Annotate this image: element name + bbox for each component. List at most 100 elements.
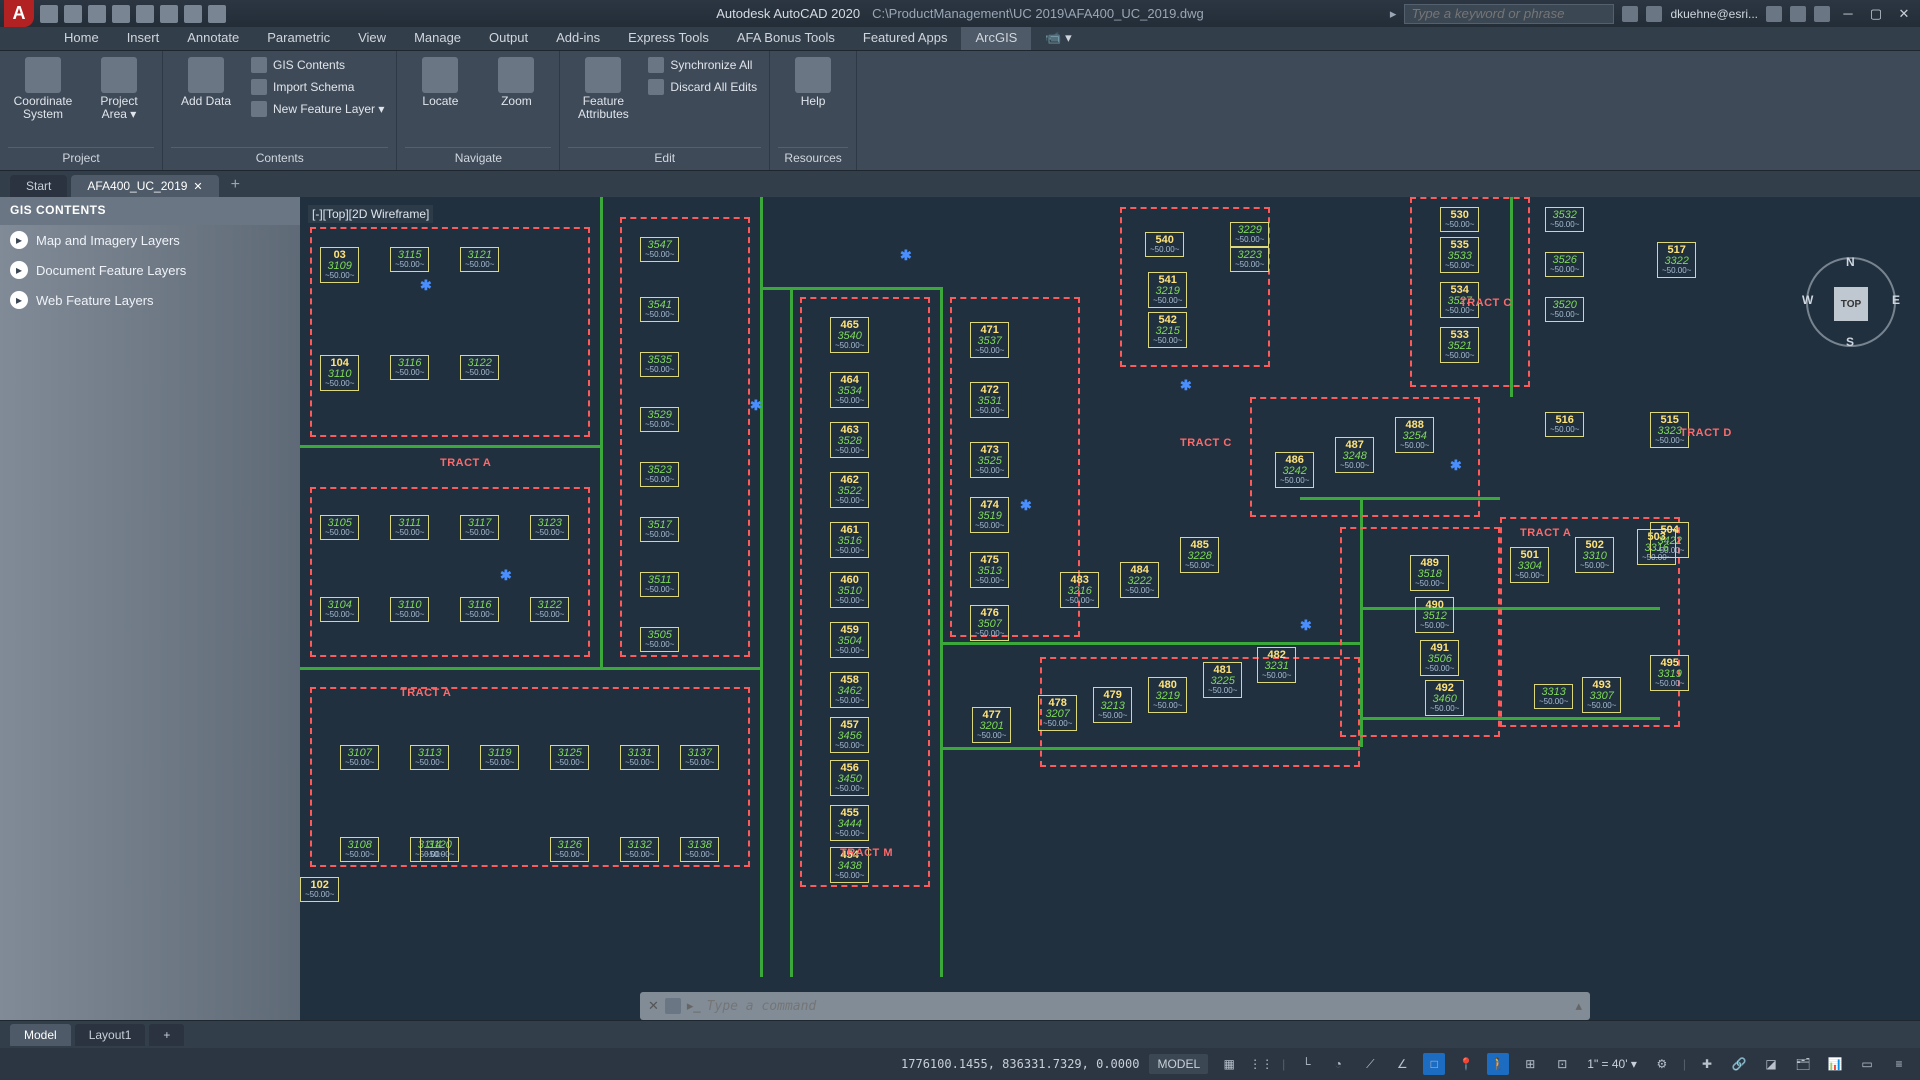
drawing-tab-start[interactable]: Start	[10, 175, 67, 197]
parcel-label: 033109~50.00~	[320, 247, 359, 283]
expand-icon[interactable]: ▸	[10, 261, 28, 279]
ortho-icon[interactable]: └	[1295, 1053, 1317, 1075]
road-centerline	[760, 287, 940, 290]
drawing-tab-afa400_uc_2019[interactable]: AFA400_UC_2019✕	[71, 175, 218, 197]
parcel-label: 3541~50.00~	[640, 297, 679, 322]
app-store-icon[interactable]	[1766, 6, 1782, 22]
otrack-icon[interactable]: ∠	[1391, 1053, 1413, 1075]
autocad-logo[interactable]: A	[4, 0, 34, 27]
ribbon-tab-insert[interactable]: Insert	[113, 27, 174, 50]
open-icon[interactable]	[64, 5, 82, 23]
tool-icon	[498, 57, 534, 93]
lineweight-icon[interactable]: 📍	[1455, 1053, 1477, 1075]
cmd-history-icon[interactable]: ▴	[1575, 998, 1582, 1014]
annotation-monitor-icon[interactable]: 🔗	[1728, 1053, 1750, 1075]
save-icon[interactable]	[88, 5, 106, 23]
panel-label: Navigate	[405, 147, 551, 168]
layer-group-web-feature-layers[interactable]: ▸Web Feature Layers	[0, 285, 300, 315]
redo-icon[interactable]	[208, 5, 226, 23]
layer-group-map-and-imagery-layers[interactable]: ▸Map and Imagery Layers	[0, 225, 300, 255]
expand-icon[interactable]: ▸	[10, 231, 28, 249]
signin-icon[interactable]	[1622, 6, 1638, 22]
clean-screen-icon[interactable]: ▭	[1856, 1053, 1878, 1075]
wrench-icon[interactable]	[665, 998, 681, 1014]
snap-icon[interactable]: ⋮⋮	[1250, 1053, 1272, 1075]
ribbon-tab-annotate[interactable]: Annotate	[173, 27, 253, 50]
tool-icon	[188, 57, 224, 93]
project-area--button[interactable]: ProjectArea ▾	[84, 55, 154, 121]
coordinate-system-button[interactable]: CoordinateSystem	[8, 55, 78, 121]
annotation-scale[interactable]: 1" = 40' ▾	[1583, 1057, 1641, 1071]
cmd-close-icon[interactable]: ✕	[648, 998, 659, 1014]
discard-all-edits-button[interactable]: Discard All Edits	[644, 77, 761, 97]
ribbon-tab-home[interactable]: Home	[50, 27, 113, 50]
signed-in-user[interactable]: dkuehne@esri...	[1670, 7, 1758, 21]
screencast-icon[interactable]: 📹 ▾	[1031, 27, 1085, 50]
zoom-button[interactable]: Zoom	[481, 55, 551, 108]
survey-point-icon: ✱	[1300, 617, 1312, 634]
parcel-label: 3104~50.00~	[320, 597, 359, 622]
expand-icon[interactable]: ▸	[10, 291, 28, 309]
parcel-boundary	[310, 487, 590, 657]
osnap-icon[interactable]: □	[1423, 1053, 1445, 1075]
new-feature-layer--button[interactable]: New Feature Layer ▾	[247, 99, 388, 119]
ribbon-tab-manage[interactable]: Manage	[400, 27, 475, 50]
ribbon-tab-afa-bonus-tools[interactable]: AFA Bonus Tools	[723, 27, 849, 50]
layer-group-document-feature-layers[interactable]: ▸Document Feature Layers	[0, 255, 300, 285]
layout-tab-layout1[interactable]: Layout1	[75, 1024, 146, 1046]
print-icon[interactable]	[160, 5, 178, 23]
search-arrow-icon[interactable]: ▸	[1390, 6, 1397, 22]
ribbon-tab-arcgis[interactable]: ArcGIS	[961, 27, 1031, 50]
help-icon[interactable]	[1814, 6, 1830, 22]
keyword-search[interactable]	[1404, 4, 1614, 24]
quick-properties-icon[interactable]: 🗂	[1792, 1053, 1814, 1075]
status-sep: |	[1282, 1057, 1285, 1071]
cloud-icon[interactable]	[1790, 6, 1806, 22]
polar-icon[interactable]: ◔	[1327, 1053, 1349, 1075]
import-schema-button[interactable]: Import Schema	[247, 77, 388, 97]
plot-icon[interactable]	[136, 5, 154, 23]
user-avatar-icon[interactable]	[1646, 6, 1662, 22]
grid-icon[interactable]: ▦	[1218, 1053, 1240, 1075]
ribbon-tab-featured-apps[interactable]: Featured Apps	[849, 27, 962, 50]
help-button[interactable]: Help	[778, 55, 848, 108]
transparency-icon[interactable]: 🚶	[1487, 1053, 1509, 1075]
drawing-tabs: StartAFA400_UC_2019✕+	[0, 171, 1920, 197]
minimize-button[interactable]: ─	[1838, 5, 1858, 23]
restore-button[interactable]: ▢	[1866, 5, 1886, 23]
add-data-button[interactable]: Add Data	[171, 55, 241, 108]
new-icon[interactable]	[40, 5, 58, 23]
ribbon-tab-add-ins[interactable]: Add-ins	[542, 27, 614, 50]
add-layout-button[interactable]: +	[149, 1024, 184, 1046]
locate-button[interactable]: Locate	[405, 55, 475, 108]
close-button[interactable]: ✕	[1894, 5, 1914, 23]
model-space-indicator[interactable]: MODEL	[1149, 1054, 1208, 1074]
hardware-accel-icon[interactable]: 📊	[1824, 1053, 1846, 1075]
layout-tab-model[interactable]: Model	[10, 1024, 71, 1046]
units-icon[interactable]: ◪	[1760, 1053, 1782, 1075]
parcel-label: 3532~50.00~	[1545, 207, 1584, 232]
ribbon-tab-parametric[interactable]: Parametric	[253, 27, 344, 50]
isodraft-icon[interactable]: ⟋	[1359, 1053, 1381, 1075]
workspace-icon[interactable]: ✚	[1696, 1053, 1718, 1075]
synchronize-all-button[interactable]: Synchronize All	[644, 55, 761, 75]
feature-attributes-button[interactable]: FeatureAttributes	[568, 55, 638, 121]
undo-icon[interactable]	[184, 5, 202, 23]
ribbon-tab-output[interactable]: Output	[475, 27, 542, 50]
ribbon-tab-express-tools[interactable]: Express Tools	[614, 27, 723, 50]
close-tab-icon[interactable]: ✕	[193, 180, 202, 193]
customization-icon[interactable]: ≡	[1888, 1053, 1910, 1075]
selection-cycling-icon[interactable]: ⊞	[1519, 1053, 1541, 1075]
ribbon-tab-view[interactable]: View	[344, 27, 400, 50]
new-tab-button[interactable]: +	[223, 173, 248, 197]
gis-contents-button[interactable]: GIS Contents	[247, 55, 388, 75]
saveas-icon[interactable]	[112, 5, 130, 23]
title-bar: A Autodesk AutoCAD 2020 C:\ProductManage…	[0, 0, 1920, 27]
tool-icon	[25, 57, 61, 93]
drawing-canvas[interactable]: [-][Top][2D Wireframe] TOP N S E W 03310…	[300, 197, 1920, 1020]
command-line[interactable]: ✕ ▸_ ▴	[640, 992, 1590, 1020]
status-bar: 1776100.1455, 836331.7329, 0.0000 MODEL …	[0, 1048, 1920, 1080]
gear-icon[interactable]: ⚙	[1651, 1053, 1673, 1075]
command-input[interactable]	[707, 999, 1570, 1014]
3dosnap-icon[interactable]: ⊡	[1551, 1053, 1573, 1075]
